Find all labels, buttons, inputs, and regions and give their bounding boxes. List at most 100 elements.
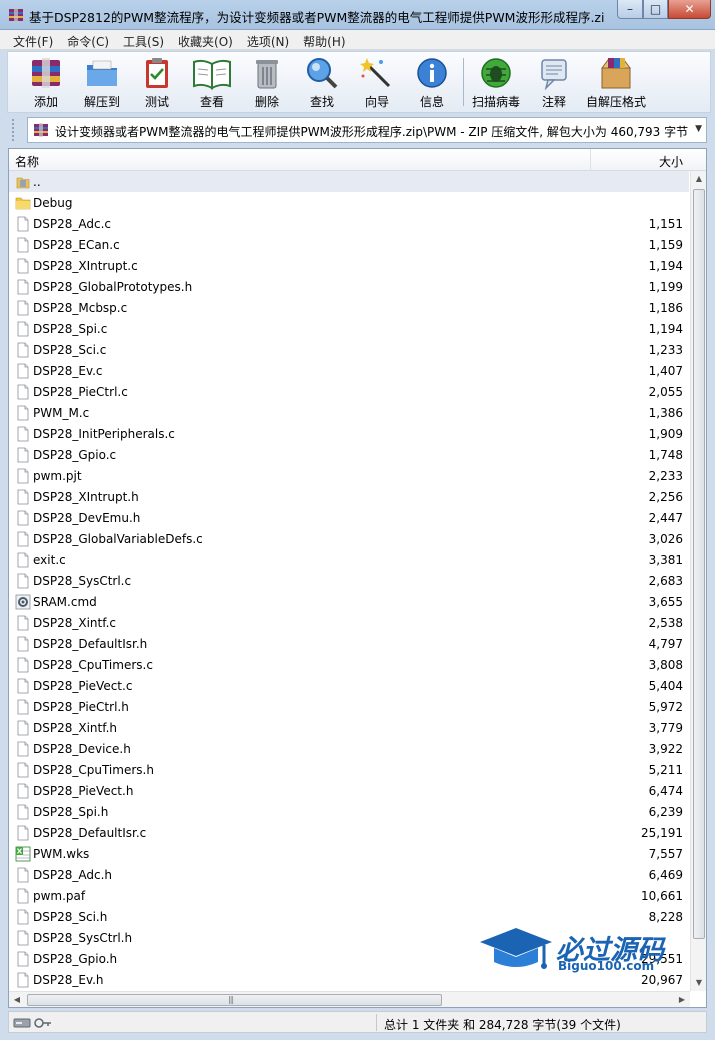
- file-name: DSP28_PieVect.h: [33, 784, 134, 798]
- file-name: DSP28_Ev.h: [33, 973, 104, 987]
- comment-icon: [541, 59, 567, 90]
- file-icon: [17, 447, 29, 463]
- sfx-label: 自解压格式: [585, 95, 646, 109]
- add-archive-icon: [32, 58, 60, 88]
- file-row[interactable]: ..: [9, 171, 689, 192]
- file-row[interactable]: DSP28_Ev.c 1,407: [9, 360, 689, 381]
- file-row[interactable]: DSP28_Xintf.c 2,538: [9, 612, 689, 633]
- file-row[interactable]: DSP28_CpuTimers.c 3,808: [9, 654, 689, 675]
- file-row[interactable]: PWM_M.c 1,386: [9, 402, 689, 423]
- scroll-up-arrow-icon[interactable]: ▲: [691, 171, 706, 187]
- scroll-left-arrow-icon[interactable]: ◀: [9, 992, 25, 1007]
- file-row[interactable]: pwm.pjt 2,233: [9, 465, 689, 486]
- extract-button[interactable]: 解压到: [74, 54, 130, 112]
- menu-favorites[interactable]: 收藏夹(O): [171, 30, 240, 49]
- scan-virus-button[interactable]: 扫描病毒: [468, 54, 524, 112]
- file-size: 1,159: [648, 238, 683, 252]
- file-row[interactable]: DSP28_Mcbsp.c 1,186: [9, 297, 689, 318]
- delete-button[interactable]: 删除: [239, 54, 295, 112]
- file-row[interactable]: DSP28_Adc.h 6,469: [9, 864, 689, 885]
- file-size: 2,055: [648, 385, 683, 399]
- virus-bug-icon: [481, 58, 511, 88]
- file-name: DSP28_PieCtrl.h: [33, 700, 129, 714]
- menu-file[interactable]: 文件(F): [6, 30, 60, 49]
- file-size: 1,151: [648, 217, 683, 231]
- file-size: 4,797: [648, 637, 683, 651]
- file-icon: [17, 657, 29, 673]
- status-summary: 总计 1 文件夹 和 284,728 字节(39 个文件): [384, 1018, 621, 1032]
- vertical-scroll-thumb[interactable]: [693, 189, 705, 939]
- horizontal-scroll-thumb[interactable]: |||: [27, 994, 442, 1006]
- sfx-button[interactable]: 自解压格式: [583, 54, 649, 112]
- file-row[interactable]: DSP28_Spi.h 6,239: [9, 801, 689, 822]
- menu-help[interactable]: 帮助(H): [296, 30, 352, 49]
- file-row[interactable]: DSP28_DevEmu.h 2,447: [9, 507, 689, 528]
- comment-button[interactable]: 注释: [526, 54, 582, 112]
- file-row[interactable]: DSP28_Device.h 3,922: [9, 738, 689, 759]
- horizontal-scrollbar[interactable]: ◀ ||| ▶: [9, 991, 690, 1007]
- file-row[interactable]: SRAM.cmd 3,655: [9, 591, 689, 612]
- column-size[interactable]: 大小: [595, 153, 683, 170]
- column-divider[interactable]: [590, 149, 591, 171]
- chevron-down-icon[interactable]: ▼: [695, 124, 702, 134]
- file-size: 1,386: [648, 406, 683, 420]
- file-icon: [17, 699, 29, 715]
- watermark-url: Biguo100.com: [558, 959, 655, 973]
- file-name: DSP28_Device.h: [33, 742, 131, 756]
- file-row[interactable]: DSP28_DefaultIsr.h 4,797: [9, 633, 689, 654]
- file-icon: [17, 552, 29, 568]
- file-size: 1,186: [648, 301, 683, 315]
- file-row[interactable]: Debug: [9, 192, 689, 213]
- file-icon: [17, 279, 29, 295]
- menu-command[interactable]: 命令(C): [60, 30, 116, 49]
- file-row[interactable]: DSP28_Sci.h 8,228: [9, 906, 689, 927]
- menu-options[interactable]: 选项(N): [240, 30, 296, 49]
- file-row[interactable]: DSP28_CpuTimers.h 5,211: [9, 759, 689, 780]
- file-icon: [17, 363, 29, 379]
- file-row[interactable]: DSP28_PieVect.c 5,404: [9, 675, 689, 696]
- file-icon: [17, 426, 29, 442]
- file-row[interactable]: pwm.paf 10,661: [9, 885, 689, 906]
- file-row[interactable]: DSP28_DefaultIsr.c 25,191: [9, 822, 689, 843]
- file-row[interactable]: DSP28_Spi.c 1,194: [9, 318, 689, 339]
- test-button[interactable]: 测试: [129, 54, 185, 112]
- scroll-right-arrow-icon[interactable]: ▶: [674, 992, 690, 1007]
- minimize-button[interactable]: –: [617, 0, 643, 19]
- file-row[interactable]: DSP28_GlobalPrototypes.h 1,199: [9, 276, 689, 297]
- file-icon: [17, 678, 29, 694]
- file-row[interactable]: DSP28_PieVect.h 6,474: [9, 780, 689, 801]
- file-row[interactable]: DSP28_XIntrupt.c 1,194: [9, 255, 689, 276]
- title-bar[interactable]: 基于DSP2812的PWM整流程序，为设计变频器或者PWM整流器的电气工程师提供…: [0, 0, 715, 30]
- file-icon: [17, 237, 29, 253]
- column-name[interactable]: 名称: [15, 153, 39, 170]
- vertical-scrollbar[interactable]: ▲ ▼: [690, 171, 706, 991]
- drive-status-icon[interactable]: [13, 1016, 53, 1030]
- add-button[interactable]: 添加: [18, 54, 74, 112]
- close-button[interactable]: ✕: [668, 0, 711, 19]
- view-button[interactable]: 查看: [184, 54, 240, 112]
- file-row[interactable]: DSP28_PieCtrl.h 5,972: [9, 696, 689, 717]
- info-button[interactable]: 信息: [404, 54, 460, 112]
- file-row[interactable]: DSP28_Xintf.h 3,779: [9, 717, 689, 738]
- toolbar: 添加 解压到 测试 查看 删除 查找 向导 信息 扫描病毒 注释 自解压格式: [7, 51, 711, 113]
- file-row[interactable]: DSP28_Gpio.c 1,748: [9, 444, 689, 465]
- file-size: 1,407: [648, 364, 683, 378]
- file-row[interactable]: DSP28_SysCtrl.c 2,683: [9, 570, 689, 591]
- file-row[interactable]: DSP28_InitPeripherals.c 1,909: [9, 423, 689, 444]
- file-row[interactable]: PWM.wks 7,557: [9, 843, 689, 864]
- file-row[interactable]: DSP28_ECan.c 1,159: [9, 234, 689, 255]
- file-icon: [17, 867, 29, 883]
- file-row[interactable]: DSP28_GlobalVariableDefs.c 3,026: [9, 528, 689, 549]
- find-button[interactable]: 查找: [294, 54, 350, 112]
- file-row[interactable]: DSP28_XIntrupt.h 2,256: [9, 486, 689, 507]
- file-row[interactable]: DSP28_Sci.c 1,233: [9, 339, 689, 360]
- file-row[interactable]: exit.c 3,381: [9, 549, 689, 570]
- file-row[interactable]: DSP28_Adc.c 1,151: [9, 213, 689, 234]
- scroll-down-arrow-icon[interactable]: ▼: [691, 975, 706, 991]
- address-bar[interactable]: 设计变频器或者PWM整流器的电气工程师提供PWM波形形成程序.zip\PWM -…: [27, 117, 707, 143]
- maximize-button[interactable]: □: [643, 0, 668, 19]
- menu-tools[interactable]: 工具(S): [116, 30, 171, 49]
- file-row[interactable]: DSP28_PieCtrl.c 2,055: [9, 381, 689, 402]
- file-name: DSP28_Spi.c: [33, 322, 108, 336]
- wizard-button[interactable]: 向导: [349, 54, 405, 112]
